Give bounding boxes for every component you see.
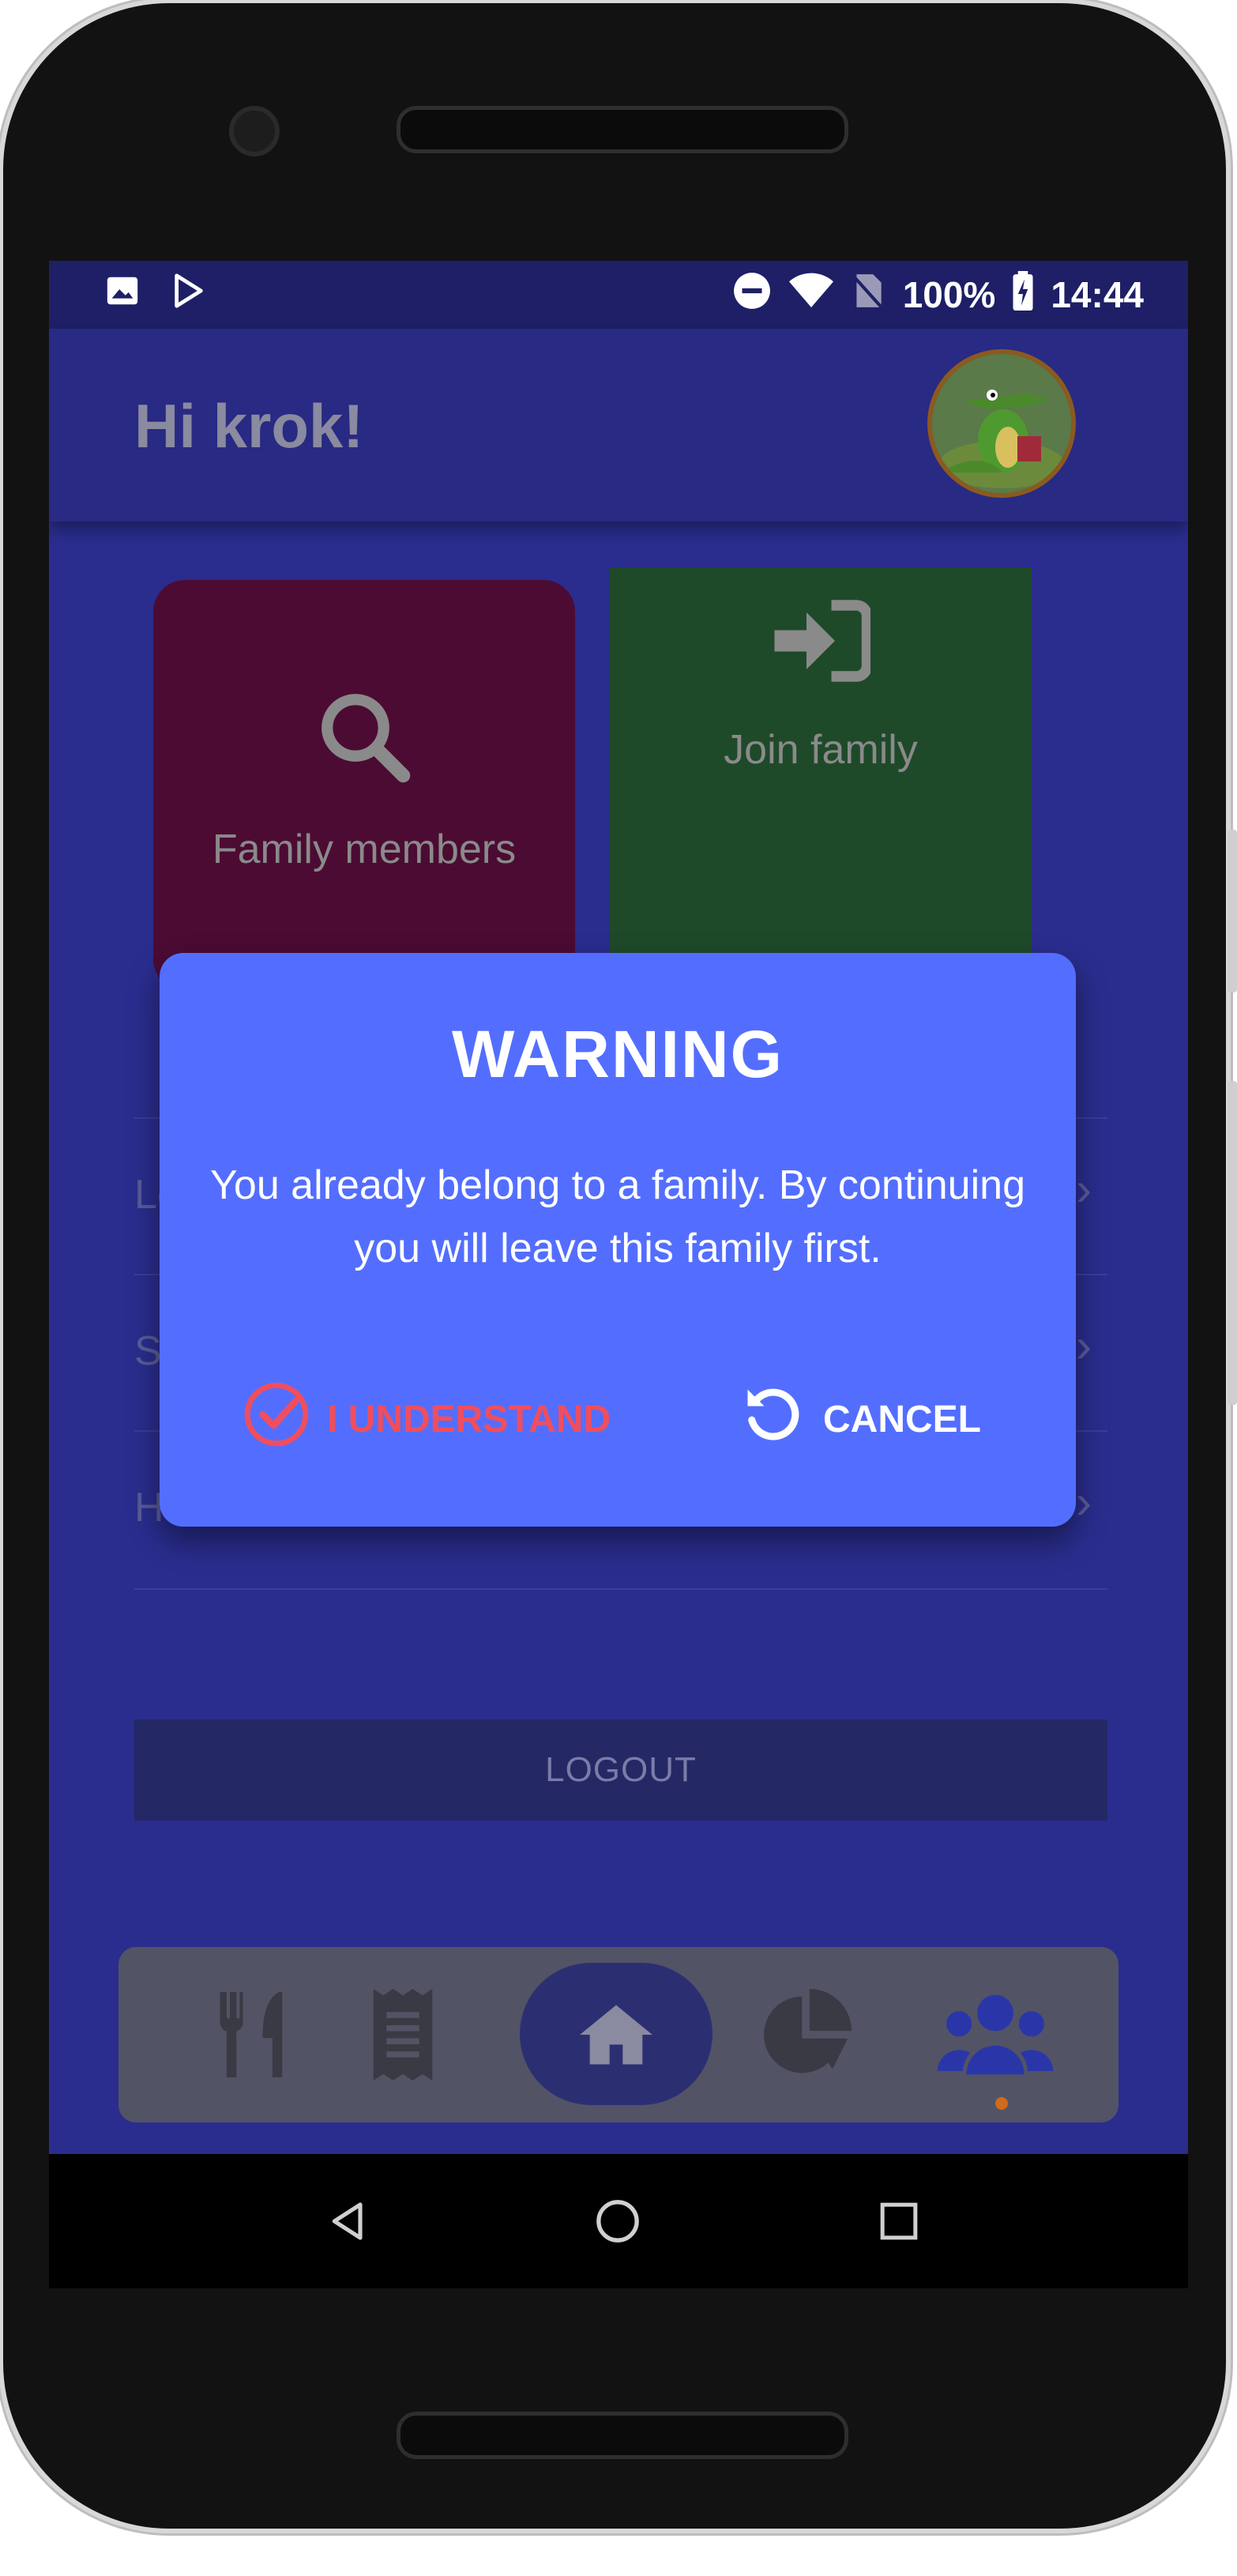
image-icon	[104, 273, 141, 318]
wifi-icon	[788, 271, 833, 319]
dialog-title: WARNING	[452, 1017, 784, 1091]
power-button	[1228, 1081, 1237, 1405]
chevron-right-icon: ›	[1076, 1319, 1092, 1372]
family-members-tile[interactable]: Family members	[153, 580, 575, 991]
i-understand-label: I UNDERSTAND	[327, 1398, 611, 1441]
battery-percent: 100%	[902, 274, 996, 315]
users-icon[interactable]	[924, 1947, 1066, 2122]
home-icon[interactable]	[520, 1947, 712, 2122]
clock: 14:44	[1051, 274, 1144, 315]
earpiece-speaker	[397, 106, 848, 153]
status-bar: 100% 14:44	[49, 261, 1188, 329]
dnd-icon	[732, 271, 772, 319]
phone-frame: 100% 14:44 Hi krok! Family members Join …	[3, 3, 1226, 2529]
app-header: Hi krok!	[49, 329, 1188, 522]
chevron-right-icon: ›	[1076, 1162, 1092, 1215]
greeting-title: Hi krok!	[134, 391, 364, 461]
recents-icon[interactable]	[852, 2154, 946, 2288]
logout-button[interactable]: LOGOUT	[134, 1719, 1107, 1821]
play-store-icon	[171, 273, 207, 318]
search-icon	[312, 684, 416, 793]
menu-divider	[134, 1588, 1107, 1590]
join-family-tile[interactable]: Join family	[610, 567, 1032, 978]
system-navigation-bar	[49, 2154, 1188, 2288]
no-sim-icon	[851, 271, 885, 319]
volume-button	[1228, 830, 1237, 992]
active-indicator-dot	[995, 2097, 1008, 2110]
pie-chart-icon[interactable]	[735, 1947, 877, 2122]
app-screen: 100% 14:44 Hi krok! Family members Join …	[49, 261, 1188, 2288]
bottom-speaker	[397, 2412, 848, 2459]
battery-charging-icon	[1013, 270, 1033, 319]
dialog-message: You already belong to a family. By conti…	[209, 1162, 1025, 1271]
receipt-icon[interactable]	[332, 1947, 474, 2122]
front-camera	[229, 106, 280, 156]
check-circle-icon	[243, 1381, 310, 1457]
join-family-label: Join family	[724, 727, 918, 773]
undo-icon	[739, 1381, 806, 1457]
cancel-label: CANCEL	[823, 1398, 981, 1441]
utensils-icon[interactable]	[182, 1947, 324, 2122]
sign-in-icon	[771, 597, 873, 688]
family-members-label: Family members	[212, 827, 517, 872]
avatar[interactable]	[927, 349, 1076, 498]
warning-dialog: WARNING You already belong to a family. …	[160, 953, 1076, 1527]
cancel-button[interactable]: CANCEL	[739, 1380, 981, 1459]
bottom-navigation	[118, 1947, 1119, 2122]
home-circle-icon[interactable]	[570, 2154, 665, 2288]
chevron-right-icon: ›	[1076, 1475, 1092, 1528]
back-icon[interactable]	[302, 2154, 397, 2288]
i-understand-button[interactable]: I UNDERSTAND	[243, 1380, 611, 1459]
